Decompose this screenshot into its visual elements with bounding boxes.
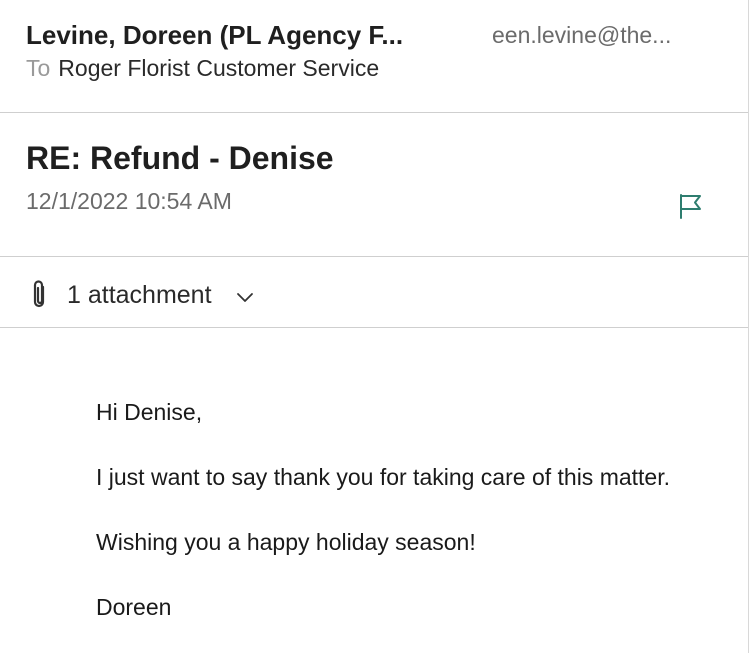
- attachments-bar[interactable]: 1 attachment: [0, 257, 748, 328]
- chevron-down-icon[interactable]: [236, 291, 254, 303]
- sender-name[interactable]: Levine, Doreen (PL Agency F...: [26, 20, 446, 51]
- body-greeting: Hi Denise,: [96, 399, 203, 425]
- recipient-line: To Roger Florist Customer Service: [26, 55, 379, 82]
- message-body: Hi Denise, I just want to say thank you …: [96, 396, 696, 653]
- flag-icon: [680, 194, 701, 219]
- message-header: Levine, Doreen (PL Agency F... een.levin…: [0, 0, 748, 113]
- body-paragraph: I just want to say thank you for taking …: [96, 464, 671, 490]
- attachment-count[interactable]: 1 attachment: [67, 281, 212, 310]
- message-date: 12/1/2022 10:54 AM: [26, 188, 232, 214]
- message-subject: RE: Refund - Denise: [26, 140, 334, 176]
- recipient-name[interactable]: Roger Florist Customer Service: [58, 55, 379, 81]
- flag-button[interactable]: [676, 191, 704, 221]
- paperclip-icon: [33, 280, 45, 308]
- to-label: To: [26, 55, 51, 81]
- email-reading-pane: Levine, Doreen (PL Agency F... een.levin…: [0, 0, 749, 653]
- subject-section: RE: Refund - Denise 12/1/2022 10:54 AM: [0, 113, 748, 257]
- body-paragraph: Wishing you a happy holiday season!: [96, 529, 476, 555]
- sender-email[interactable]: een.levine@the...: [492, 22, 671, 49]
- body-signature: Doreen: [96, 594, 172, 620]
